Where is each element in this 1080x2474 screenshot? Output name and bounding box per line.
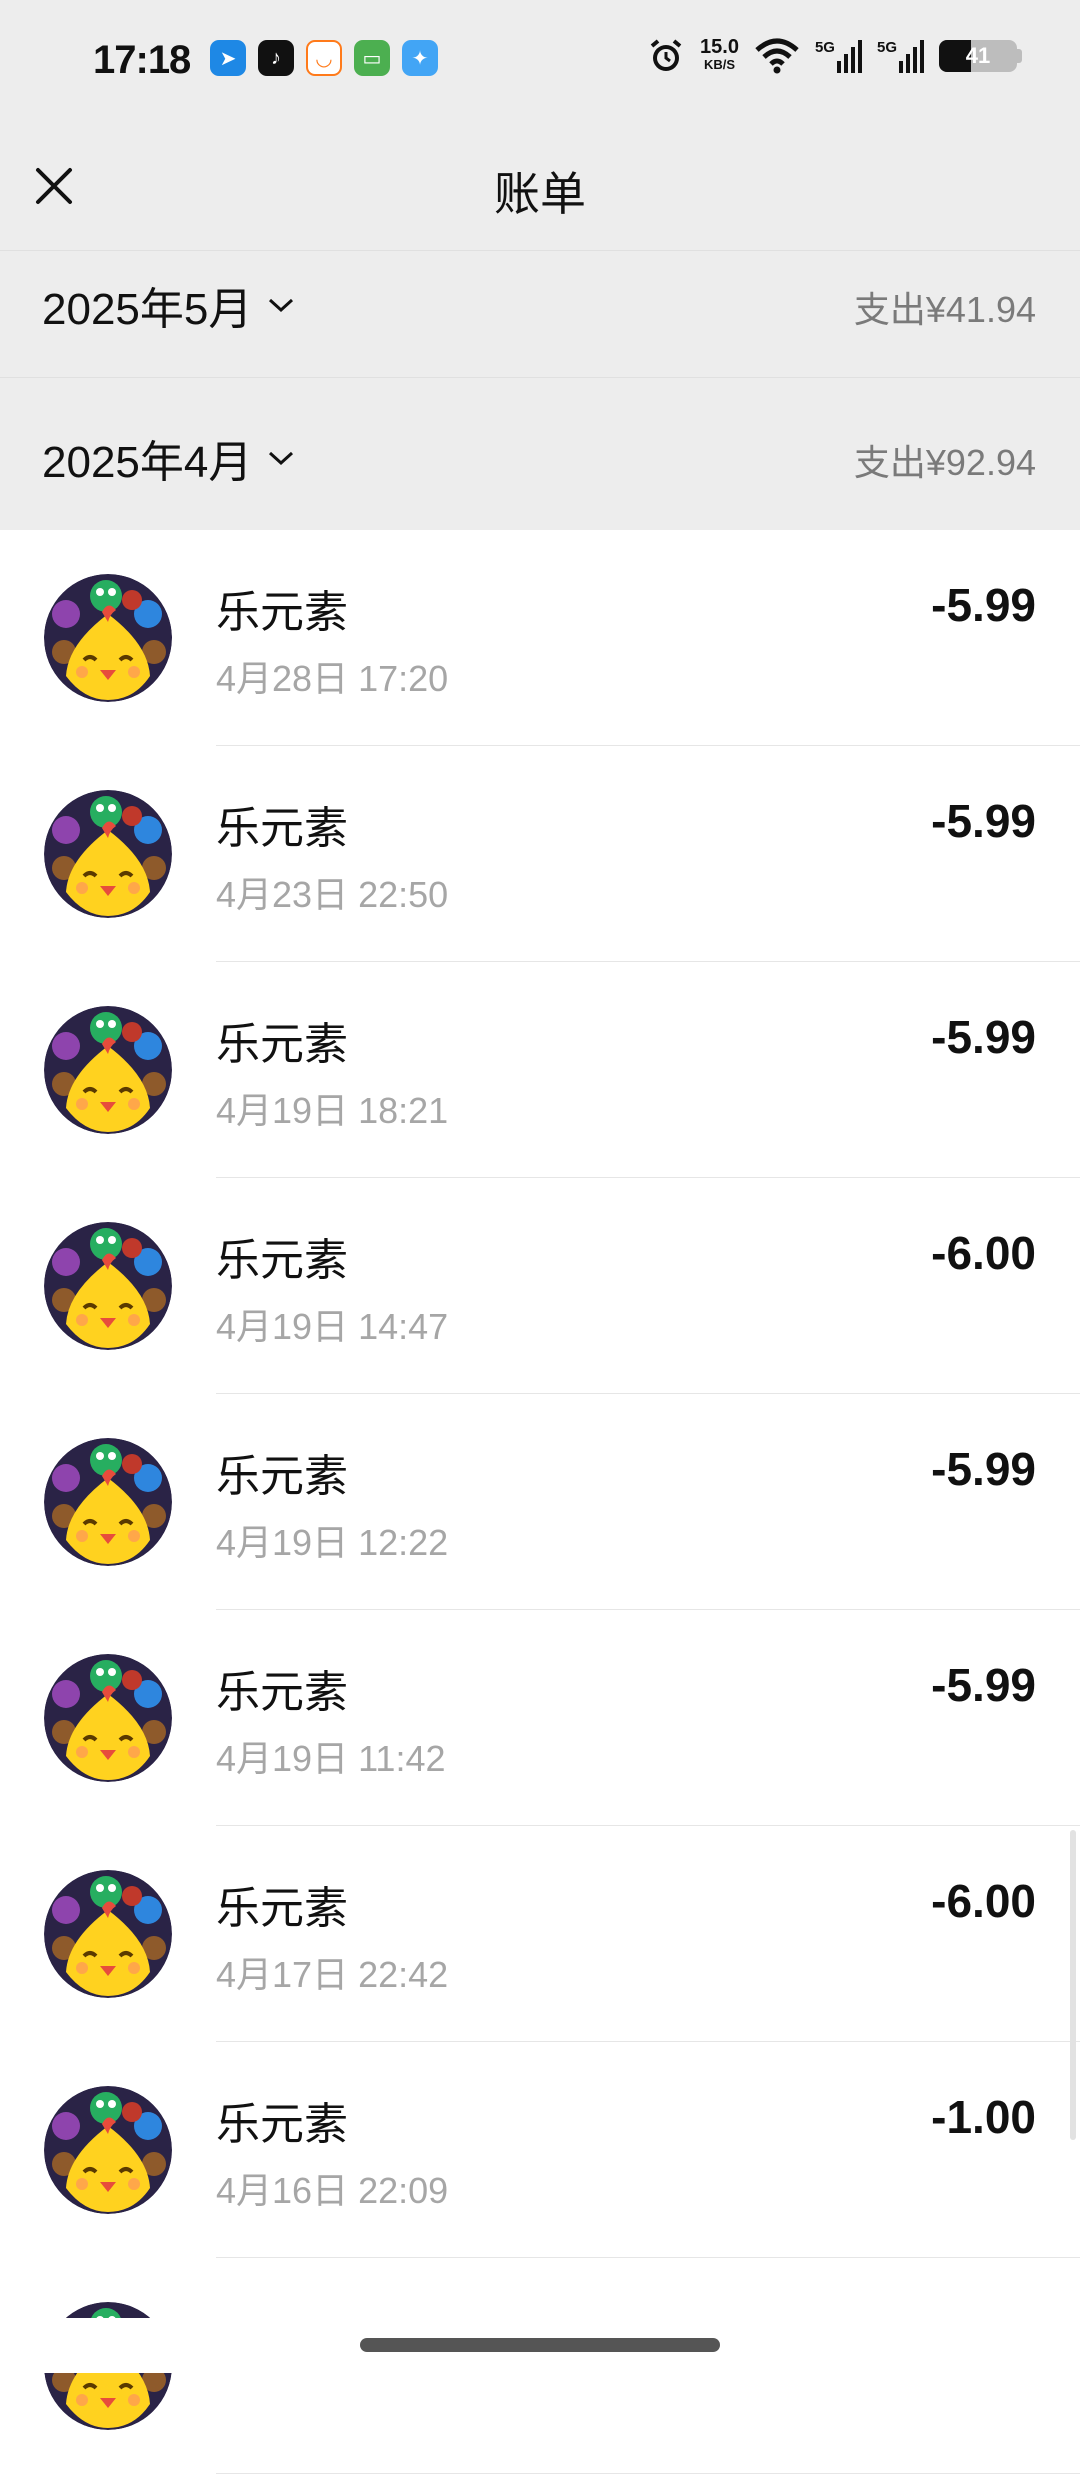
messages-icon: ▭ [354,40,390,76]
month-expense-summary: 支出¥41.94 [853,289,1036,330]
game-chick-icon [44,1654,172,1782]
status-time: 17:18 [93,38,191,82]
transaction-list: 乐元素 4月28日 17:20 -5.99 乐元素 4月23日 22:50 -5… [0,530,1080,2474]
merchant-name: 乐元素 [216,1668,348,1717]
game-chick-icon [44,1222,172,1350]
merchant-avatar [44,2086,172,2214]
transaction-time: 4月23日 22:50 [216,874,449,915]
merchant-name: 乐元素 [216,1884,348,1933]
battery-level: 41 [965,43,991,68]
merchant-name: 乐元素 [216,2100,348,2149]
month-selector[interactable]: 2025年5月 [42,273,296,337]
game-chick-icon [44,2086,172,2214]
tiktok-icon: ♪ [258,40,294,76]
merchant-avatar [44,1654,172,1782]
month-label: 2025年4月 [42,438,253,487]
transaction-time: 4月28日 17:20 [216,658,449,699]
battery-icon: 41 [939,40,1017,72]
notification-app-icons: ➤ ♪ ◡ ▭ ✦ [210,40,438,76]
chevron-down-icon [269,451,294,466]
transaction-row[interactable]: 乐元素 4月16日 22:09 -1.00 [0,2042,1080,2258]
merchant-name: 乐元素 [216,804,348,853]
navigation-app-icon: ➤ [210,40,246,76]
game-chick-icon [44,790,172,918]
transaction-amount: -1.00 [931,2091,1036,2143]
transaction-row[interactable]: 乐元素 4月19日 12:22 -5.99 [0,1394,1080,1610]
transaction-row[interactable]: 乐元素 4月17日 22:42 -6.00 [0,1826,1080,2042]
game-chick-icon [44,574,172,702]
status-bar: 17:18 ➤ ♪ ◡ ▭ ✦ 15.0 KB/S 5G 5G 41 [0,0,1080,120]
network-speed-unit: KB/S [703,57,736,72]
game-chick-icon [44,1006,172,1134]
month-header-april[interactable]: 2025年4月 支出¥92.94 [0,378,1080,530]
transaction-time: 4月19日 11:42 [216,1738,446,1779]
game-chick-icon [44,1870,172,1998]
merchant-name: 乐元素 [216,1236,348,1285]
merchant-name: 乐元素 [216,588,348,637]
transaction-amount: -5.99 [931,795,1036,847]
page-title: 账单 [494,168,586,220]
merchant-avatar [44,1006,172,1134]
month-expense-summary: 支出¥92.94 [853,442,1036,483]
transaction-time: 4月16日 22:09 [216,2170,449,2211]
transaction-amount: -5.99 [931,579,1036,631]
month-header-may[interactable]: 2025年5月 支出¥41.94 [0,251,1080,378]
cell-signal-2: 5G [877,39,925,73]
month-selector[interactable]: 2025年4月 [42,426,296,490]
transaction-amount: -5.99 [931,1443,1036,1495]
signal-bars-icon [899,40,924,73]
cell-signal-1: 5G [815,39,863,73]
home-indicator[interactable] [360,2338,720,2352]
merchant-avatar [44,790,172,918]
transaction-amount: -6.00 [931,1227,1036,1279]
transaction-amount: -5.99 [931,1011,1036,1063]
merchant-avatar [44,1222,172,1350]
transaction-time: 4月19日 18:21 [216,1090,449,1131]
merchant-avatar [44,1438,172,1566]
wifi-icon [755,38,799,74]
transaction-time: 4月19日 12:22 [216,1522,449,1563]
transaction-row[interactable]: 乐元素 4月28日 17:20 -5.99 [0,530,1080,746]
status-indicators: 15.0 KB/S 5G 5G 41 [646,36,1022,76]
transaction-time: 4月19日 14:47 [216,1306,449,1347]
chevron-down-icon [269,298,294,313]
transaction-row[interactable]: 乐元素 4月19日 18:21 -5.99 [0,962,1080,1178]
network-type-label: 5G [876,39,897,56]
battery-nub [1017,49,1022,63]
transaction-amount: -5.99 [931,1659,1036,1711]
didi-icon: ◡ [306,40,342,76]
transaction-row[interactable]: 乐元素 4月19日 14:47 -6.00 [0,1178,1080,1394]
network-speed: 15.0 KB/S [700,36,739,74]
merchant-avatar [44,574,172,702]
network-type-label: 5G [814,39,835,56]
battery: 41 [939,40,1022,72]
transaction-amount: -6.00 [931,1875,1036,1927]
merchant-avatar [44,1870,172,1998]
network-speed-value: 15.0 [700,36,739,58]
alarm-icon [650,39,682,71]
feather-app-icon: ✦ [402,40,438,76]
transaction-row[interactable]: 乐元素 4月23日 22:50 -5.99 [0,746,1080,962]
merchant-name: 乐元素 [216,1452,348,1501]
nav-bar: 账单 [0,120,1080,251]
transaction-row[interactable]: 乐元素 4月19日 11:42 -5.99 [0,1610,1080,1826]
game-chick-icon [44,1438,172,1566]
signal-bars-icon [836,40,862,73]
month-label: 2025年5月 [42,285,253,334]
transaction-time: 4月17日 22:42 [216,1954,449,1995]
merchant-name: 乐元素 [216,1020,348,1069]
scrollbar[interactable] [1070,1830,1076,2140]
